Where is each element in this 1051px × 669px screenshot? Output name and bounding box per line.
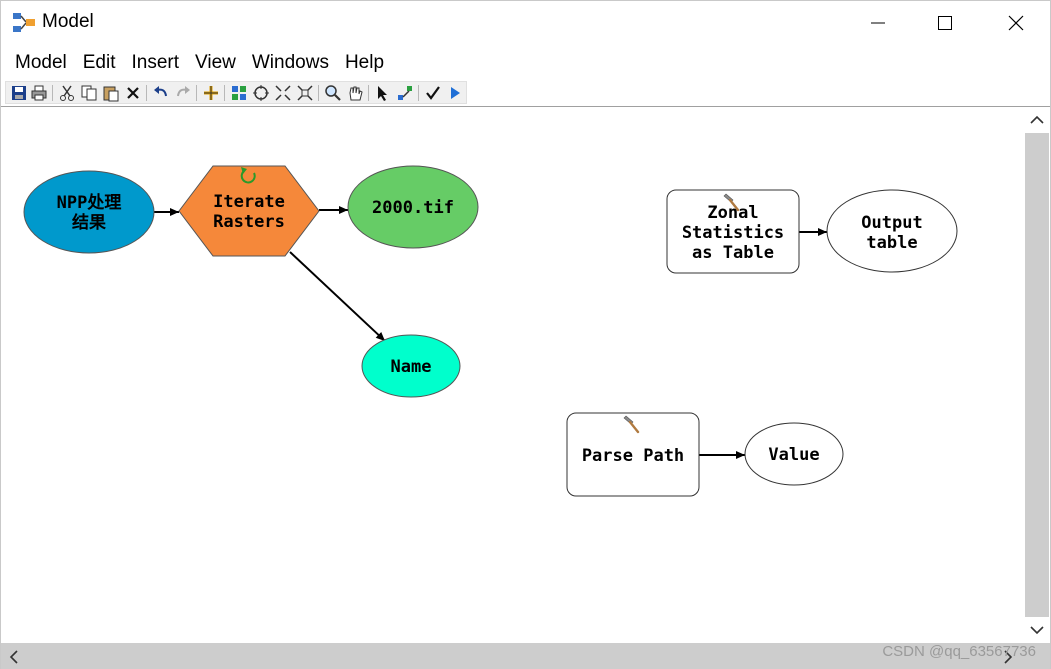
connector-iterate-to-name — [289, 251, 386, 342]
undo-icon[interactable] — [152, 84, 170, 102]
node-name-label: Name — [391, 357, 432, 377]
scroll-left-icon[interactable] — [9, 650, 19, 664]
node-raster-2000-tif-label: 2000.tif — [372, 198, 454, 218]
node-output-table-label-1: Output — [861, 213, 922, 233]
scroll-up-icon[interactable] — [1030, 115, 1044, 125]
node-zonal-statistics-label-1: Zonal — [707, 203, 758, 223]
model-app-icon — [13, 13, 35, 32]
node-npp-results[interactable]: NPP处理 结果 — [23, 170, 155, 254]
node-iterate-rasters-label-2: Rasters — [213, 212, 285, 232]
node-raster-2000-tif[interactable]: 2000.tif — [347, 165, 479, 249]
run-icon[interactable] — [446, 84, 464, 102]
node-value[interactable]: Value — [744, 422, 844, 486]
toolbar — [5, 81, 467, 104]
node-parse-path-tool[interactable]: Parse Path — [566, 412, 700, 497]
zoom-in-fixed-icon[interactable] — [274, 84, 292, 102]
close-icon — [1008, 15, 1024, 31]
vertical-scrollbar[interactable] — [1024, 107, 1050, 643]
model-canvas-frame: NPP处理 结果 Iterate Rasters 2000.tif Name Z… — [1, 106, 1050, 669]
save-icon[interactable] — [10, 84, 28, 102]
title-bar: Model — [1, 1, 1050, 45]
node-output-table-label-2: table — [866, 233, 917, 253]
window-title: Model — [42, 11, 94, 32]
maximize-icon — [938, 16, 952, 30]
toolbar-separator — [196, 85, 197, 101]
paste-icon[interactable] — [102, 84, 120, 102]
node-iterate-rasters[interactable]: Iterate Rasters — [178, 165, 320, 257]
redo-icon[interactable] — [174, 84, 192, 102]
menu-help[interactable]: Help — [337, 47, 392, 79]
zoom-icon[interactable] — [324, 84, 342, 102]
node-iterate-rasters-label-1: Iterate — [213, 192, 285, 212]
node-output-table[interactable]: Output table — [826, 189, 958, 273]
add-data-icon[interactable] — [202, 84, 220, 102]
auto-layout-icon[interactable] — [230, 84, 248, 102]
select-icon[interactable] — [374, 84, 392, 102]
model-canvas[interactable]: NPP处理 结果 Iterate Rasters 2000.tif Name Z… — [1, 107, 1024, 643]
menu-windows[interactable]: Windows — [244, 47, 337, 79]
node-name[interactable]: Name — [361, 334, 461, 398]
toolbar-separator — [368, 85, 369, 101]
menu-edit[interactable]: Edit — [75, 47, 124, 79]
node-npp-results-label-2: 结果 — [72, 212, 106, 233]
node-parse-path-label: Parse Path — [582, 446, 684, 466]
menu-bar: Model Edit Insert View Windows Help — [1, 47, 1050, 79]
model-window: Model Model Edit Insert View Windows Hel… — [0, 0, 1051, 669]
minimize-icon — [871, 22, 885, 24]
toolbar-separator — [318, 85, 319, 101]
menu-view[interactable]: View — [187, 47, 244, 79]
toolbar-separator — [146, 85, 147, 101]
scroll-down-icon[interactable] — [1030, 625, 1044, 635]
node-zonal-statistics-label-2: Statistics — [682, 223, 784, 243]
model-diagram: NPP处理 结果 Iterate Rasters 2000.tif Name Z… — [23, 165, 958, 497]
node-zonal-statistics-label-3: as Table — [692, 243, 774, 263]
delete-icon[interactable] — [124, 84, 142, 102]
zoom-out-fixed-icon[interactable] — [296, 84, 314, 102]
copy-icon[interactable] — [80, 84, 98, 102]
pan-icon[interactable] — [346, 84, 364, 102]
toolbar-separator — [418, 85, 419, 101]
print-icon[interactable] — [30, 84, 48, 102]
validate-icon[interactable] — [424, 84, 442, 102]
menu-model[interactable]: Model — [7, 47, 75, 79]
node-zonal-statistics-tool[interactable]: Zonal Statistics as Table — [666, 189, 800, 274]
minimize-button[interactable] — [843, 1, 913, 45]
vertical-scroll-thumb[interactable] — [1025, 133, 1049, 617]
watermark: CSDN @qq_63567736 — [882, 643, 1036, 660]
cut-icon[interactable] — [58, 84, 76, 102]
toolbar-separator — [224, 85, 225, 101]
node-npp-results-label-1: NPP处理 — [57, 192, 122, 213]
node-value-label: Value — [768, 445, 819, 465]
menu-insert[interactable]: Insert — [124, 47, 188, 79]
connect-icon[interactable] — [396, 84, 414, 102]
full-extent-icon[interactable] — [252, 84, 270, 102]
maximize-button[interactable] — [910, 1, 980, 45]
close-button[interactable] — [981, 1, 1051, 45]
toolbar-separator — [52, 85, 53, 101]
